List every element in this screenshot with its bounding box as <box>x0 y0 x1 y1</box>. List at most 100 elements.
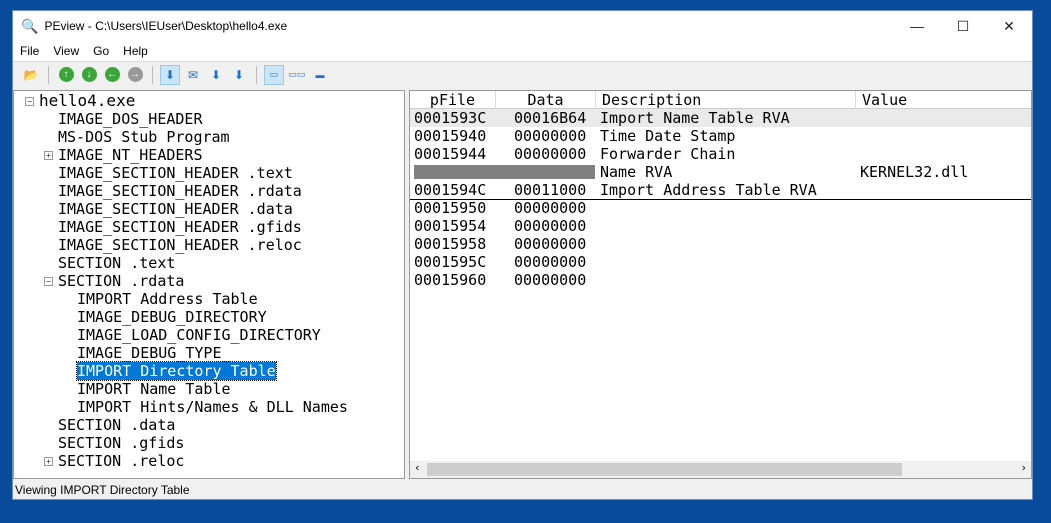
down-arrow-icon[interactable]: ↓ <box>79 65 99 85</box>
cell-desc: Name RVA <box>600 163 673 181</box>
tree-item[interactable]: IMPORT Name Table <box>77 380 231 398</box>
table-row[interactable]: 00015954 00000000 <box>410 217 1031 235</box>
tree-item[interactable]: IMAGE_SECTION_HEADER .rdata <box>58 182 302 200</box>
tree-item[interactable]: IMPORT Directory Table <box>76 361 277 381</box>
table-row[interactable]: 00015944 00000000 Forwarder Chain <box>410 145 1031 163</box>
toolbar-separator <box>152 65 153 84</box>
table-row[interactable]: 00015950 00000000 <box>410 199 1031 217</box>
section-tree[interactable]: − hello4.exe IMAGE_DOS_HEADER MS-DOS Stub P… <box>13 90 405 479</box>
tree-item[interactable]: IMAGE_LOAD_CONFIG_DIRECTORY <box>77 326 321 344</box>
tree-item[interactable]: IMAGE_NT_HEADERS <box>58 146 203 164</box>
cell-data: 00000000 <box>514 199 587 217</box>
section-divider <box>410 199 1031 200</box>
title-bar: 🔍 PEview - C:\Users\IEUser\Desktop\hello… <box>13 11 1032 41</box>
view-words-icon[interactable]: ✉ <box>183 65 203 85</box>
tree-item[interactable]: IMAGE_SECTION_HEADER .text <box>58 164 293 182</box>
tree-item[interactable]: IMAGE_DOS_HEADER <box>58 110 203 128</box>
app-magnifier-icon: 🔍 <box>21 17 39 34</box>
menu-file[interactable]: File <box>13 44 46 58</box>
up-arrow-icon[interactable]: ↑ <box>56 65 76 85</box>
cell-pfile: 0001594C <box>414 181 487 199</box>
forward-arrow-icon[interactable]: → <box>125 65 145 85</box>
tree-item[interactable]: SECTION .data <box>58 416 175 434</box>
scroll-right-icon[interactable]: › <box>1020 461 1027 474</box>
cell-data: 00000000 <box>514 217 587 235</box>
cell-data: 00016B64 <box>514 109 587 127</box>
tree-item[interactable]: hello4.exe <box>39 92 135 110</box>
table-row[interactable]: 0001595C 00000000 <box>410 253 1031 271</box>
layout-medium-icon[interactable]: ▭▭ <box>287 65 307 85</box>
tree-item[interactable]: SECTION .gfids <box>58 434 184 452</box>
scrollbar-thumb[interactable] <box>427 463 902 476</box>
cell-desc: Import Name Table RVA <box>600 109 790 127</box>
data-table: pFile Data Description Value 0001593C 000… <box>409 90 1032 479</box>
tree-item[interactable]: SECTION .reloc <box>58 452 184 470</box>
tree-expander-icon[interactable]: + <box>44 457 53 466</box>
tree-item[interactable]: IMAGE_SECTION_HEADER .data <box>58 200 293 218</box>
menu-go[interactable]: Go <box>86 44 116 58</box>
horizontal-scrollbar[interactable]: ‹ › <box>410 461 1031 478</box>
status-bar: Viewing IMPORT Directory Table <box>15 483 190 497</box>
tree-expander-icon[interactable]: − <box>44 277 53 286</box>
table-row[interactable]: Name RVA KERNEL32.dll <box>410 163 1031 181</box>
cell-data: 00000000 <box>514 253 587 271</box>
cell-data: 00000000 <box>514 145 587 163</box>
tree-item[interactable]: SECTION .rdata <box>58 272 184 290</box>
tree-item[interactable]: MS-DOS Stub Program <box>58 128 230 146</box>
cell-data: 00011000 <box>514 181 587 199</box>
cell-pfile: 00015940 <box>414 127 487 145</box>
cell-pfile: 00015960 <box>414 271 487 289</box>
cell-value: KERNEL32.dll <box>860 163 969 181</box>
tree-item[interactable]: IMPORT Address Table <box>77 290 258 308</box>
view-bytes-icon[interactable]: ⬇ <box>160 64 180 85</box>
redacted-cell <box>414 165 595 179</box>
cell-pfile: 00015958 <box>414 235 487 253</box>
peview-window: 🔍 PEview - C:\Users\IEUser\Desktop\hello… <box>12 10 1033 500</box>
cell-data: 00000000 <box>514 127 587 145</box>
table-row[interactable]: 00015960 00000000 <box>410 271 1031 289</box>
cell-desc: Import Address Table RVA <box>600 181 817 199</box>
layout-wide-icon[interactable]: ▬ <box>310 65 330 85</box>
tree-item[interactable]: IMAGE_DEBUG_TYPE_ <box>77 344 231 362</box>
view-qwords-icon[interactable]: ⬇ <box>229 65 249 85</box>
table-header: pFile Data Description Value <box>410 91 1031 109</box>
cell-pfile: 0001595C <box>414 253 487 271</box>
tree-expander-icon[interactable]: + <box>44 151 53 160</box>
toolbar-separator <box>48 65 49 84</box>
cell-desc: Time Date Stamp <box>600 127 736 145</box>
tree-item[interactable]: SECTION .text <box>58 254 175 272</box>
cell-data: 00000000 <box>514 235 587 253</box>
table-row[interactable]: 0001594C 00011000 Import Address Table RVA <box>410 181 1031 199</box>
tree-item[interactable]: IMAGE_SECTION_HEADER .reloc <box>58 236 302 254</box>
column-value[interactable]: Value <box>856 91 1031 109</box>
tree-item[interactable]: IMAGE_SECTION_HEADER .gfids <box>58 218 302 236</box>
cell-pfile: 00015944 <box>414 145 487 163</box>
view-dwords-icon[interactable]: ⬇ <box>206 65 226 85</box>
toolbar: 📂 ↑ ↓ ← → ⬇ ✉ ⬇ ⬇ ▭ ▭▭ ▬ <box>13 61 1032 87</box>
scroll-left-icon[interactable]: ‹ <box>414 461 421 474</box>
back-arrow-icon[interactable]: ← <box>102 65 122 85</box>
column-data[interactable]: Data <box>496 91 596 109</box>
close-button[interactable]: ✕ <box>986 18 1032 35</box>
tree-item[interactable]: IMAGE_DEBUG_DIRECTORY <box>77 308 267 326</box>
menu-view[interactable]: View <box>46 44 86 58</box>
table-row[interactable]: 00015958 00000000 <box>410 235 1031 253</box>
tree-expander-icon[interactable]: − <box>25 97 34 106</box>
cell-pfile: 00015950 <box>414 199 487 217</box>
layout-narrow-icon[interactable]: ▭ <box>264 64 284 85</box>
table-row[interactable]: 0001593C 00016B64 Import Name Table RVA <box>410 109 1031 127</box>
window-title: PEview - C:\Users\IEUser\Desktop\hello4.… <box>44 19 288 33</box>
table-row[interactable]: 00015940 00000000 Time Date Stamp <box>410 127 1031 145</box>
column-pfile[interactable]: pFile <box>410 91 496 109</box>
menu-bar: File View Go Help <box>13 41 1032 61</box>
column-description[interactable]: Description <box>596 91 856 109</box>
tree-item[interactable]: IMPORT Hints/Names & DLL Names <box>77 398 348 416</box>
maximize-button[interactable]: ☐ <box>940 18 986 35</box>
cell-pfile: 0001593C <box>414 109 487 127</box>
open-folder-icon[interactable]: 📂 <box>21 65 41 85</box>
toolbar-separator <box>256 65 257 84</box>
cell-desc: Forwarder Chain <box>600 145 736 163</box>
menu-help[interactable]: Help <box>116 44 155 58</box>
cell-data: 00000000 <box>514 271 587 289</box>
minimize-button[interactable]: — <box>894 18 940 35</box>
